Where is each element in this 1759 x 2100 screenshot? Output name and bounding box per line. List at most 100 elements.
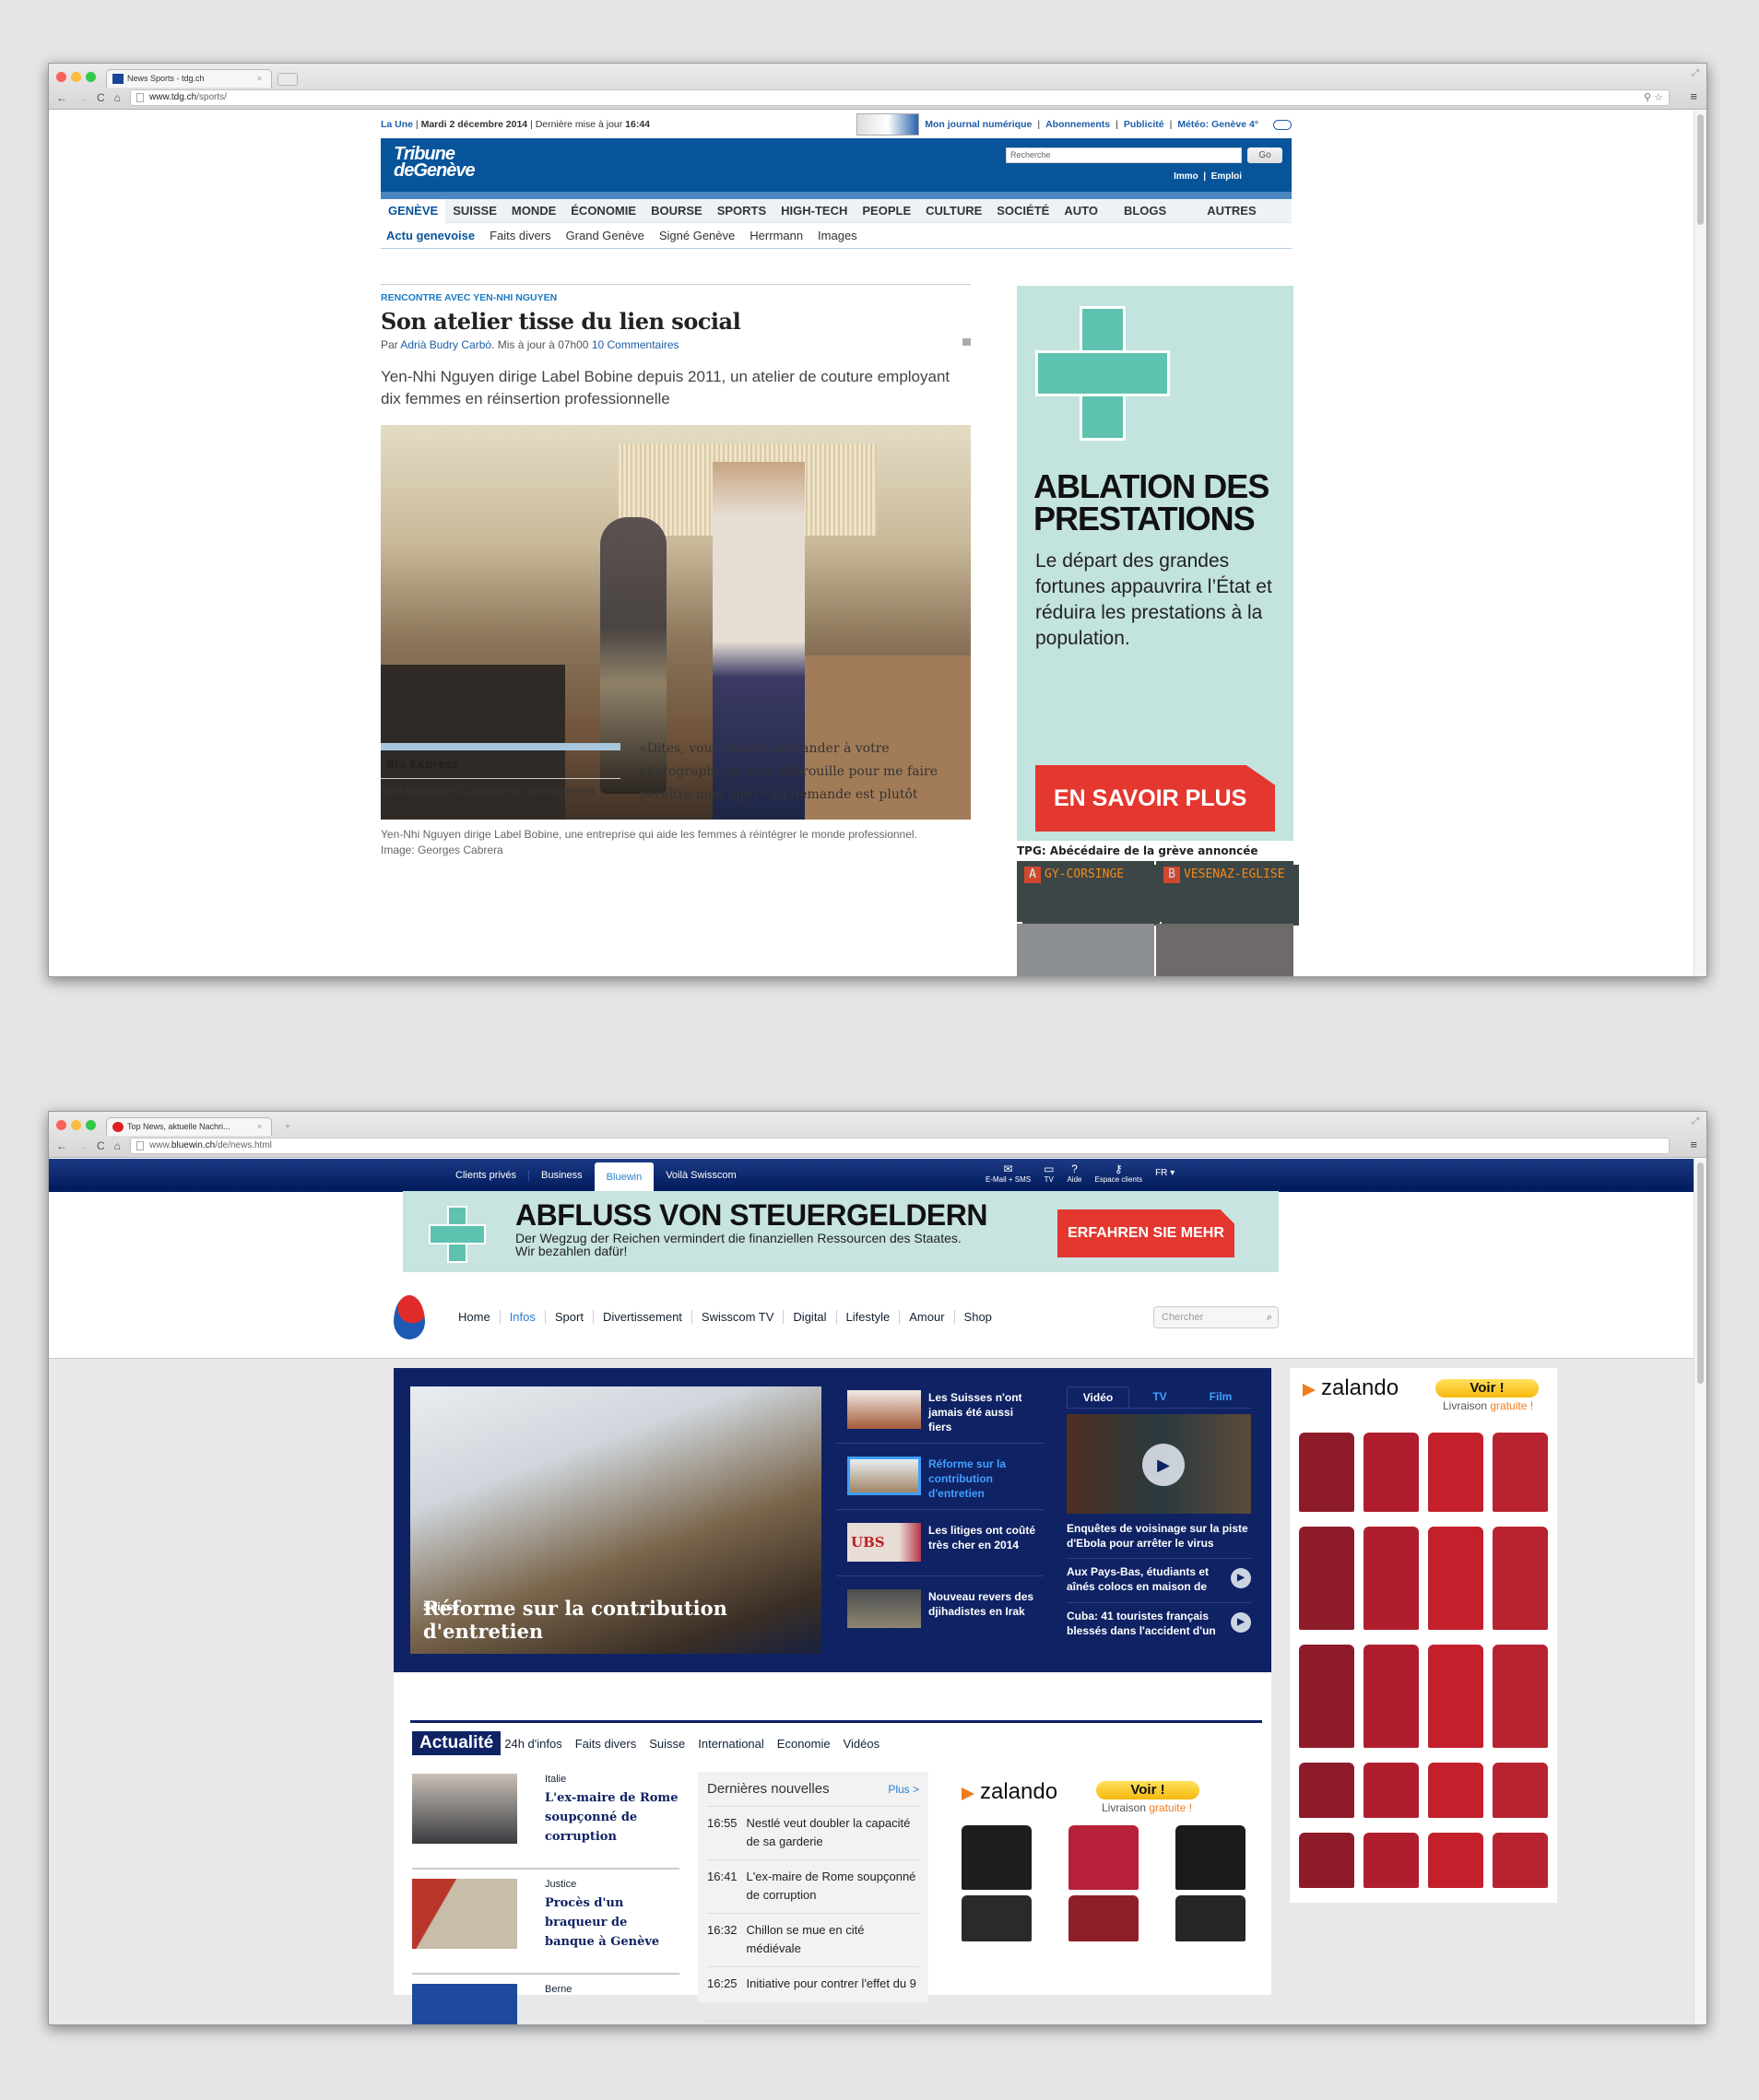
fullscreen-icon[interactable]: ⤢ bbox=[1692, 68, 1699, 78]
tab-suisse[interactable]: Suisse bbox=[649, 1737, 685, 1751]
product-image[interactable] bbox=[962, 1825, 1032, 1890]
nav-home[interactable]: Home bbox=[449, 1310, 501, 1324]
close-window-button[interactable] bbox=[56, 72, 66, 82]
tab-videos[interactable]: Vidéos bbox=[844, 1737, 880, 1751]
tab-economie[interactable]: Economie bbox=[777, 1737, 831, 1751]
weather-link[interactable]: Météo: Genève 4° bbox=[1177, 111, 1258, 138]
minimize-window-button[interactable] bbox=[71, 1120, 81, 1130]
advertising-link[interactable]: Publicité bbox=[1124, 111, 1164, 138]
tab-international[interactable]: International bbox=[698, 1737, 764, 1751]
nav-amour[interactable]: Amour bbox=[900, 1310, 955, 1324]
subnav-actu-genevoise[interactable]: Actu genevoise bbox=[386, 229, 475, 242]
star-icon[interactable]: ⚲ ☆ bbox=[1644, 90, 1663, 105]
zoom-window-button[interactable] bbox=[86, 72, 96, 82]
ad-cta-button[interactable]: EN SAVOIR PLUS bbox=[1035, 765, 1275, 832]
scrollbar[interactable] bbox=[1694, 111, 1706, 976]
digital-journal-link[interactable]: Mon journal numérique bbox=[925, 111, 1032, 138]
zalando-ad-large[interactable]: zalando Voir ! Livraison gratuite ! bbox=[1290, 1368, 1557, 1903]
news-item[interactable]: Justice Procès d'un braqueur de banque à … bbox=[412, 1879, 679, 1975]
play-icon[interactable]: ▶ bbox=[1231, 1568, 1251, 1588]
tab-24h[interactable]: 24h d'infos bbox=[504, 1737, 561, 1751]
nav-sport[interactable]: Sport bbox=[546, 1310, 594, 1324]
play-icon[interactable]: ▶ bbox=[1142, 1444, 1185, 1486]
scrollbar-thumb[interactable] bbox=[1697, 114, 1704, 225]
address-bar[interactable]: www.tdg.ch/sports/ ⚲ ☆ bbox=[130, 89, 1670, 106]
product-image[interactable] bbox=[1299, 1645, 1354, 1748]
nav-monde[interactable]: MONDE bbox=[504, 204, 563, 218]
tab-tv[interactable]: TV bbox=[1129, 1386, 1190, 1408]
video-thumbnail[interactable]: ▶ bbox=[1067, 1414, 1251, 1514]
close-tab-icon[interactable]: × bbox=[257, 1118, 262, 1136]
tpg-teaser[interactable]: TPG: Abécédaire de la grève annoncée A GY… bbox=[1017, 844, 1299, 976]
reload-icon[interactable]: C bbox=[97, 91, 105, 104]
forward-icon[interactable]: → bbox=[77, 91, 88, 104]
nav-bourse[interactable]: BOURSE bbox=[643, 204, 710, 218]
product-image[interactable] bbox=[1299, 1433, 1354, 1512]
swisscom-logo[interactable] bbox=[394, 1295, 425, 1339]
subnav-images[interactable]: Images bbox=[818, 229, 857, 242]
browser-tab[interactable]: Top News, aktuelle Nachri... × bbox=[106, 1117, 272, 1136]
back-icon[interactable]: ← bbox=[56, 1139, 67, 1152]
emploi-link[interactable]: Emploi bbox=[1211, 171, 1242, 182]
product-image[interactable] bbox=[1364, 1433, 1419, 1512]
nav-swisscom-tv[interactable]: Swisscom TV bbox=[692, 1310, 785, 1324]
tv-link[interactable]: ▭ TV bbox=[1044, 1162, 1054, 1184]
hero-list-item[interactable]: Nouveau revers des djihadistes en Irak bbox=[836, 1576, 1044, 1643]
video-title[interactable]: Enquêtes de voisinage sur la piste d'Ebo… bbox=[1067, 1521, 1251, 1559]
nav-societe[interactable]: SOCIÉTÉ bbox=[989, 204, 1057, 218]
nav-digital[interactable]: Digital bbox=[784, 1310, 837, 1324]
home-icon[interactable]: ⌂ bbox=[114, 1139, 121, 1152]
nav-blogs[interactable]: BLOGS bbox=[1116, 204, 1174, 218]
minimize-window-button[interactable] bbox=[71, 72, 81, 82]
hero-list-item[interactable]: Réforme sur la contribution d'entretien bbox=[836, 1444, 1044, 1510]
subnav-grand-geneve[interactable]: Grand Genève bbox=[566, 229, 644, 242]
product-image[interactable] bbox=[1493, 1833, 1548, 1888]
scrollbar-thumb[interactable] bbox=[1697, 1162, 1704, 1384]
nav-economie[interactable]: ÉCONOMIE bbox=[563, 204, 643, 218]
nav-voila-swisscom[interactable]: Voilà Swisscom bbox=[654, 1170, 748, 1181]
search-input[interactable]: Recherche bbox=[1006, 147, 1242, 163]
subnav-signe-geneve[interactable]: Signé Genève bbox=[659, 229, 735, 242]
tpg-image[interactable]: A GY-CORSINGE bbox=[1017, 861, 1160, 926]
tab-video[interactable]: Vidéo bbox=[1067, 1386, 1129, 1408]
immo-link[interactable]: Immo bbox=[1174, 171, 1198, 182]
product-image[interactable] bbox=[1068, 1825, 1139, 1890]
voir-button[interactable]: Voir ! bbox=[1435, 1379, 1539, 1398]
product-image[interactable] bbox=[1364, 1527, 1419, 1630]
subnav-herrmann[interactable]: Herrmann bbox=[750, 229, 803, 242]
tpg-image[interactable]: B VESENAZ-EGLISE bbox=[1156, 861, 1299, 926]
reload-icon[interactable]: C bbox=[97, 1139, 105, 1152]
print-icon[interactable] bbox=[962, 338, 971, 346]
latest-item[interactable]: 16:41 L'ex-maire de Rome soupçonné de cor… bbox=[707, 1860, 919, 1914]
browser-tab[interactable]: News Sports - tdg.ch × bbox=[106, 69, 272, 88]
play-icon[interactable]: ▶ bbox=[1231, 1612, 1251, 1633]
digital-paper-thumbnail[interactable] bbox=[856, 113, 920, 136]
zoom-window-button[interactable] bbox=[86, 1120, 96, 1130]
nav-suisse[interactable]: SUISSE bbox=[445, 204, 504, 218]
product-image[interactable] bbox=[962, 1895, 1032, 1941]
product-image[interactable] bbox=[1428, 1433, 1483, 1512]
product-image[interactable] bbox=[1428, 1833, 1483, 1888]
nav-auto[interactable]: AUTO bbox=[1057, 204, 1105, 218]
product-image[interactable] bbox=[1493, 1527, 1548, 1630]
product-image[interactable] bbox=[1428, 1527, 1483, 1630]
address-bar[interactable]: www.bluewin.ch/de/news.html bbox=[130, 1138, 1670, 1154]
forward-icon[interactable]: → bbox=[77, 1139, 88, 1152]
product-image[interactable] bbox=[1428, 1645, 1483, 1748]
voir-button[interactable]: Voir ! bbox=[1096, 1781, 1199, 1799]
product-image[interactable] bbox=[1364, 1763, 1419, 1818]
tpg-image[interactable] bbox=[1017, 924, 1154, 976]
news-item[interactable]: Italie L'ex-maire de Rome soupçonné de co… bbox=[412, 1774, 679, 1870]
nav-infos[interactable]: Infos bbox=[501, 1310, 546, 1324]
product-image[interactable] bbox=[1068, 1895, 1139, 1941]
nav-divertissement[interactable]: Divertissement bbox=[594, 1310, 692, 1324]
scrollbar[interactable] bbox=[1694, 1159, 1706, 2024]
ad-ablation[interactable]: ABLATION DES PRESTATIONS Le départ des g… bbox=[1017, 286, 1293, 841]
hero-list-item[interactable]: UBS Les litiges ont coûté très cher en 20… bbox=[836, 1510, 1044, 1576]
latest-item[interactable]: 16:25 Initiative pour contrer l'effet du … bbox=[707, 1967, 919, 2021]
language-select[interactable]: FR ▾ bbox=[1155, 1162, 1175, 1184]
subscriptions-link[interactable]: Abonnements bbox=[1045, 111, 1110, 138]
product-image[interactable] bbox=[1175, 1825, 1245, 1890]
new-tab-button[interactable] bbox=[277, 73, 298, 86]
hero-feature[interactable]: Suisse Réforme sur la contribution d'ent… bbox=[410, 1386, 821, 1654]
